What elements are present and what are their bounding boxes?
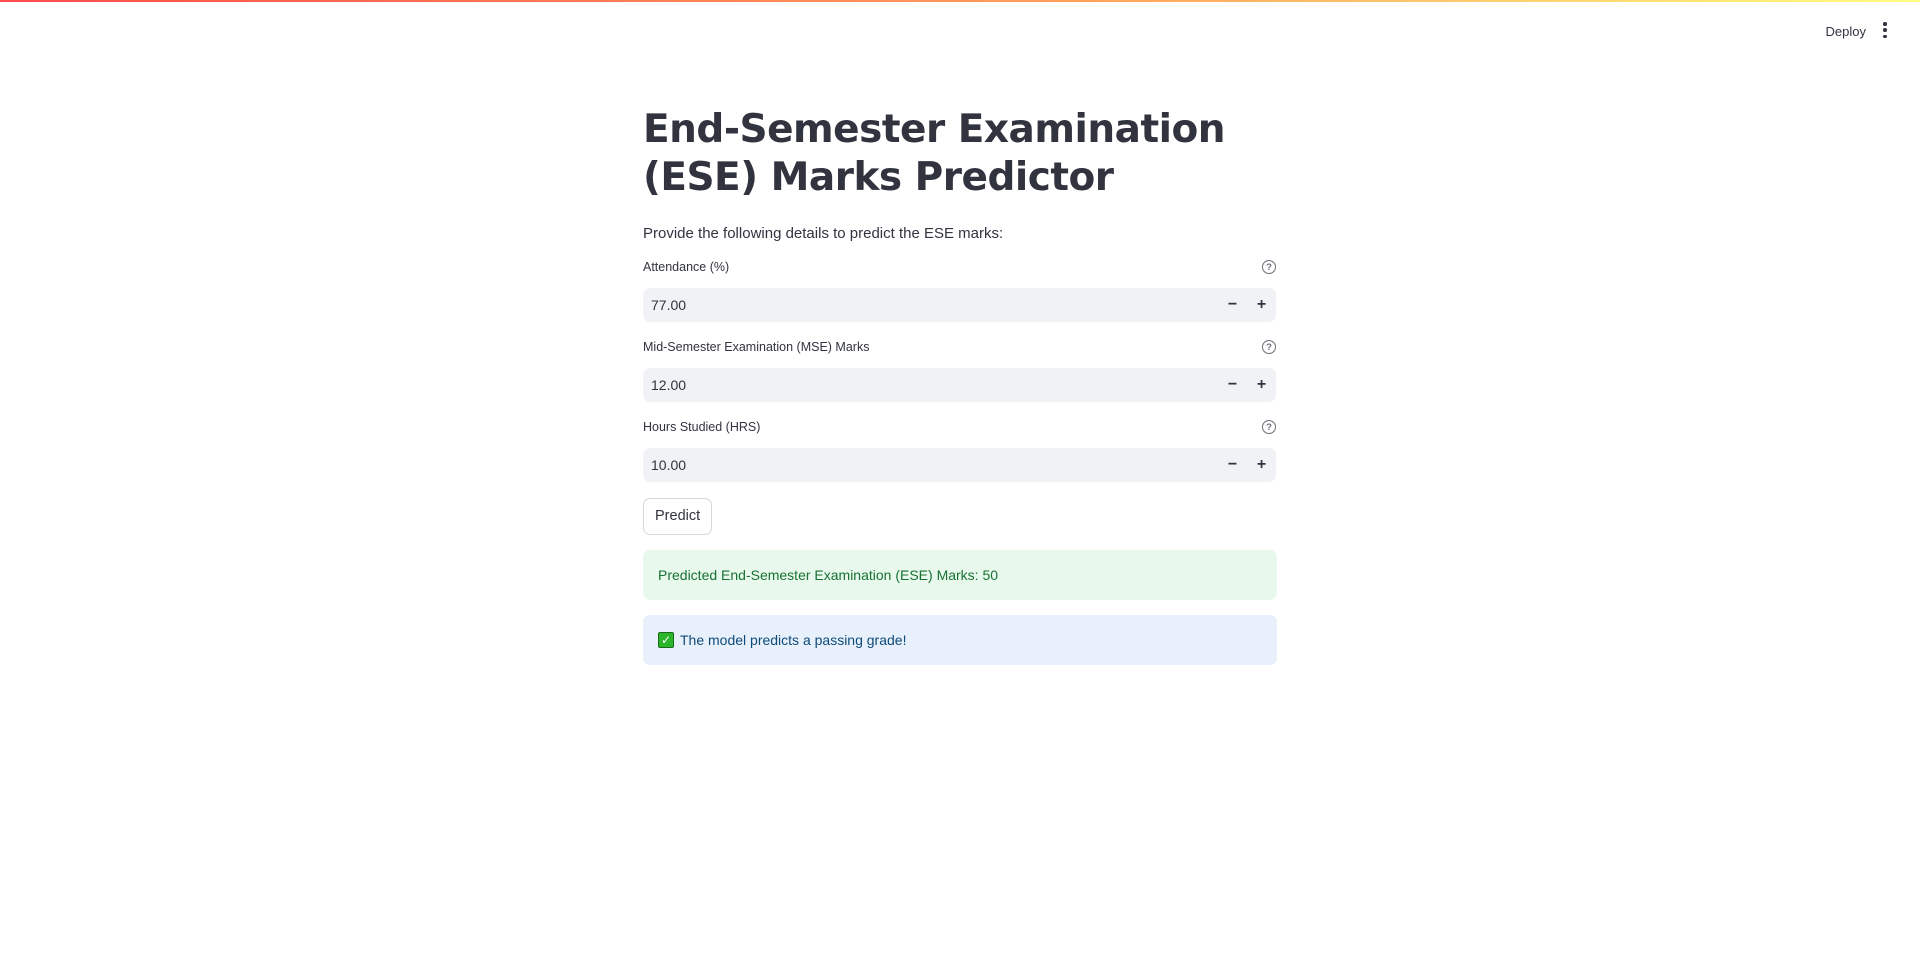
attendance-value[interactable]: 77.00 bbox=[643, 297, 1218, 313]
mse-marks-field: Mid-Semester Examination (MSE) Marks ? 1… bbox=[643, 338, 1277, 402]
prediction-result-text: Predicted End-Semester Examination (ESE)… bbox=[658, 567, 999, 583]
hours-studied-value[interactable]: 10.00 bbox=[643, 457, 1218, 473]
help-icon[interactable]: ? bbox=[1262, 420, 1276, 434]
hours-studied-label: Hours Studied (HRS) bbox=[643, 420, 761, 434]
mse-marks-label: Mid-Semester Examination (MSE) Marks bbox=[643, 340, 870, 354]
hours-studied-input: 10.00 − + bbox=[643, 448, 1276, 482]
mse-marks-decrement-button[interactable]: − bbox=[1218, 368, 1247, 402]
mse-marks-increment-button[interactable]: + bbox=[1247, 368, 1276, 402]
field-label-row: Hours Studied (HRS) ? bbox=[643, 418, 1277, 436]
hours-studied-field: Hours Studied (HRS) ? 10.00 − + bbox=[643, 418, 1277, 482]
menu-dot bbox=[1883, 34, 1887, 38]
help-icon[interactable]: ? bbox=[1262, 260, 1276, 274]
mse-marks-value[interactable]: 12.00 bbox=[643, 377, 1218, 393]
passing-status-text: The model predicts a passing grade! bbox=[680, 632, 907, 648]
attendance-decrement-button[interactable]: − bbox=[1218, 288, 1247, 322]
mse-marks-input: 12.00 − + bbox=[643, 368, 1276, 402]
attendance-label: Attendance (%) bbox=[643, 260, 730, 274]
hours-studied-decrement-button[interactable]: − bbox=[1218, 448, 1247, 482]
page-subtitle: Provide the following details to predict… bbox=[643, 225, 1004, 242]
attendance-input: 77.00 − + bbox=[643, 288, 1276, 322]
predict-button[interactable]: Predict bbox=[643, 498, 713, 535]
app-header: Deploy bbox=[0, 0, 1920, 60]
check-mark-icon: ✓ bbox=[658, 632, 674, 648]
field-label-row: Attendance (%) ? bbox=[643, 258, 1277, 276]
menu-dot bbox=[1883, 28, 1887, 32]
attendance-field: Attendance (%) ? 77.00 − + bbox=[643, 258, 1277, 322]
help-icon[interactable]: ? bbox=[1262, 340, 1276, 354]
passing-status-alert: ✓ The model predicts a passing grade! bbox=[643, 615, 1277, 665]
prediction-result-alert: Predicted End-Semester Examination (ESE)… bbox=[643, 550, 1277, 600]
hours-studied-increment-button[interactable]: + bbox=[1247, 448, 1276, 482]
more-vertical-icon[interactable] bbox=[1880, 22, 1890, 38]
menu-dot bbox=[1883, 22, 1887, 26]
attendance-increment-button[interactable]: + bbox=[1247, 288, 1276, 322]
main-content: End-Semester Examination (ESE) Marks Pre… bbox=[643, 104, 1277, 665]
field-label-row: Mid-Semester Examination (MSE) Marks ? bbox=[643, 338, 1277, 356]
page-title: End-Semester Examination (ESE) Marks Pre… bbox=[643, 107, 1226, 200]
deploy-button[interactable]: Deploy bbox=[1818, 18, 1874, 45]
